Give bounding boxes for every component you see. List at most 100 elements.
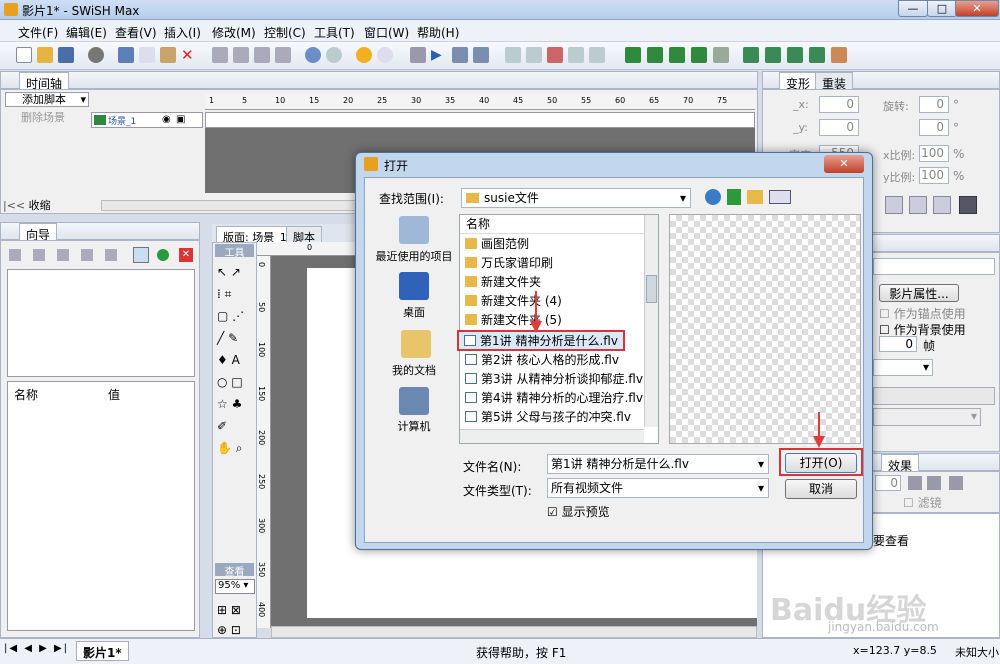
effect-zoom-icon[interactable] bbox=[669, 47, 685, 63]
eyedropper-tool-icon[interactable]: ✐ bbox=[217, 419, 227, 433]
view-menu-icon[interactable] bbox=[769, 190, 791, 204]
y-field[interactable]: 0 bbox=[819, 119, 859, 136]
motion-rotate-icon[interactable] bbox=[787, 47, 803, 63]
ellipse-tool-icon[interactable]: ○ bbox=[217, 375, 227, 389]
filter-checkbox[interactable]: ☐ 滤镜 bbox=[903, 494, 942, 511]
cancel-button[interactable]: 取消 bbox=[785, 479, 857, 499]
minimize-button[interactable]: — bbox=[898, 0, 928, 17]
tab-guide[interactable]: 向导 bbox=[19, 223, 58, 242]
lock-icon[interactable]: ▣ bbox=[176, 114, 185, 125]
tab-layout-scene[interactable]: 版面: 场景_1 bbox=[216, 226, 294, 244]
zoom-100-icon[interactable]: ⊡ bbox=[231, 623, 241, 637]
fill-tool-icon[interactable]: ▢ bbox=[217, 309, 228, 323]
file-row[interactable]: 第3讲 从精神分析谈抑郁症.flv bbox=[460, 370, 643, 389]
motion-path-icon[interactable]: ⋰ bbox=[232, 309, 244, 323]
file-row-selected[interactable]: 第1讲 精神分析是什么.flv bbox=[457, 330, 625, 351]
tab-reshape[interactable]: 重装 bbox=[815, 72, 854, 91]
move-bottom-icon[interactable] bbox=[275, 47, 291, 63]
desktop-icon[interactable] bbox=[399, 272, 429, 300]
menu-help[interactable]: 帮助(H) bbox=[417, 24, 459, 41]
place-computer[interactable]: 计算机 bbox=[371, 418, 457, 434]
save-icon[interactable] bbox=[58, 47, 74, 63]
redo-icon[interactable] bbox=[326, 47, 342, 63]
filename-input[interactable]: 第1讲 精神分析是什么.flv ▾ bbox=[547, 454, 769, 474]
stop-icon[interactable] bbox=[410, 47, 426, 63]
effect-icon[interactable] bbox=[625, 47, 641, 63]
pencil-tool-icon[interactable]: ✎ bbox=[228, 331, 238, 345]
file-list-hscroll[interactable] bbox=[460, 429, 644, 443]
new-file-icon[interactable] bbox=[16, 47, 32, 63]
menu-file[interactable]: 文件(F) bbox=[18, 24, 58, 41]
place-documents[interactable]: 我的文档 bbox=[371, 362, 457, 378]
file-row[interactable]: 万氏家谱印刷 bbox=[460, 254, 640, 273]
guide-group-icon[interactable] bbox=[57, 249, 69, 261]
move-up-icon[interactable] bbox=[212, 47, 228, 63]
preview-frame-icon[interactable] bbox=[959, 196, 977, 214]
file-list-vscroll[interactable] bbox=[644, 215, 658, 427]
copy-icon[interactable] bbox=[139, 47, 155, 63]
effects-count-field[interactable]: 0 bbox=[875, 475, 901, 491]
open-button[interactable]: 打开(O) bbox=[785, 453, 857, 473]
close-window-button[interactable]: ✕ bbox=[955, 0, 999, 17]
hand-tool-icon[interactable]: ✋ bbox=[217, 441, 232, 455]
movie-properties-button[interactable]: 影片属性... bbox=[879, 284, 959, 302]
effect-fade-icon[interactable] bbox=[647, 47, 663, 63]
motion-morph-icon[interactable] bbox=[809, 47, 825, 63]
xscale-field[interactable]: 100 bbox=[919, 145, 949, 162]
document-tab[interactable]: 影片1* bbox=[76, 641, 129, 661]
guide-save-icon[interactable] bbox=[9, 249, 21, 261]
zoom-tool-icon[interactable]: ⌕ bbox=[236, 441, 243, 455]
my-documents-icon[interactable] bbox=[401, 330, 431, 358]
help-icon[interactable] bbox=[356, 47, 372, 63]
rotate-field[interactable]: 0 bbox=[919, 96, 949, 113]
movie-dropdown[interactable]: ▾ bbox=[873, 359, 933, 376]
file-row[interactable]: 第5讲 父母与孩子的冲突.flv bbox=[460, 408, 640, 427]
column-name-header[interactable]: 名称 bbox=[460, 215, 644, 234]
menu-tools[interactable]: 工具(T) bbox=[314, 24, 355, 41]
next-frame-icon[interactable] bbox=[568, 47, 584, 63]
menu-window[interactable]: 窗口(W) bbox=[364, 24, 409, 41]
back-icon[interactable] bbox=[705, 189, 721, 205]
star-tool-icon[interactable]: ☆ bbox=[217, 397, 228, 411]
guide-sprite-icon[interactable] bbox=[81, 249, 93, 261]
dialog-close-button[interactable]: ✕ bbox=[824, 155, 864, 173]
zoom-all-icon[interactable]: ⊠ bbox=[231, 603, 241, 617]
play-timeline-icon[interactable] bbox=[473, 47, 489, 63]
yscale-field[interactable]: 100 bbox=[919, 167, 949, 184]
cut-icon[interactable] bbox=[118, 47, 134, 63]
doc-nav-buttons[interactable]: |◀ ◀ ▶ ▶| bbox=[4, 643, 69, 654]
file-row[interactable]: 第2讲 核心人格的形成.flv bbox=[460, 351, 640, 370]
file-row[interactable]: 画图范例 bbox=[460, 235, 640, 254]
stage-hscrollbar[interactable] bbox=[271, 626, 757, 638]
motion-move-icon[interactable] bbox=[765, 47, 781, 63]
open-folder-icon[interactable] bbox=[37, 47, 53, 63]
menu-insert[interactable]: 插入(I) bbox=[164, 24, 201, 41]
filetype-select[interactable]: 所有视频文件 ▾ bbox=[547, 478, 769, 498]
prev-frame-icon[interactable] bbox=[526, 47, 542, 63]
play-scene-icon[interactable] bbox=[452, 47, 468, 63]
guide-close-icon[interactable]: ✕ bbox=[179, 248, 193, 262]
frames-field[interactable]: 0 bbox=[879, 336, 917, 352]
menu-view[interactable]: 查看(V) bbox=[115, 24, 157, 41]
effect-slide-icon[interactable] bbox=[691, 47, 707, 63]
place-recent[interactable]: 最近使用的项目 bbox=[371, 248, 457, 264]
reshape-tool-icon[interactable]: ⌗ bbox=[225, 287, 232, 301]
collapse-button[interactable]: |<< 收缩 bbox=[3, 199, 89, 213]
menu-control[interactable]: 控制(C) bbox=[264, 24, 306, 41]
zoom-select[interactable]: 95% ▾ bbox=[215, 579, 255, 594]
maximize-button[interactable]: □ bbox=[927, 0, 957, 17]
first-frame-icon[interactable] bbox=[505, 47, 521, 63]
guide-button-icon[interactable] bbox=[105, 249, 117, 261]
move-top-icon[interactable] bbox=[254, 47, 270, 63]
effect-settings-icon[interactable] bbox=[949, 476, 963, 490]
autoshape-tool-icon[interactable]: ♣ bbox=[232, 397, 243, 411]
lookin-dropdown[interactable]: susie文件 ▾ bbox=[461, 188, 691, 208]
pen-tool-icon[interactable]: ♦ bbox=[217, 353, 228, 367]
guide-refresh-icon[interactable] bbox=[157, 249, 169, 261]
align-icon[interactable] bbox=[885, 196, 903, 214]
delete-icon[interactable]: ✕ bbox=[181, 47, 197, 63]
effect-remove-icon[interactable] bbox=[713, 47, 729, 63]
tab-effects[interactable]: 效果 bbox=[881, 454, 920, 473]
visibility-icon[interactable]: ◉ bbox=[162, 114, 171, 125]
menu-edit[interactable]: 编辑(E) bbox=[66, 24, 107, 41]
